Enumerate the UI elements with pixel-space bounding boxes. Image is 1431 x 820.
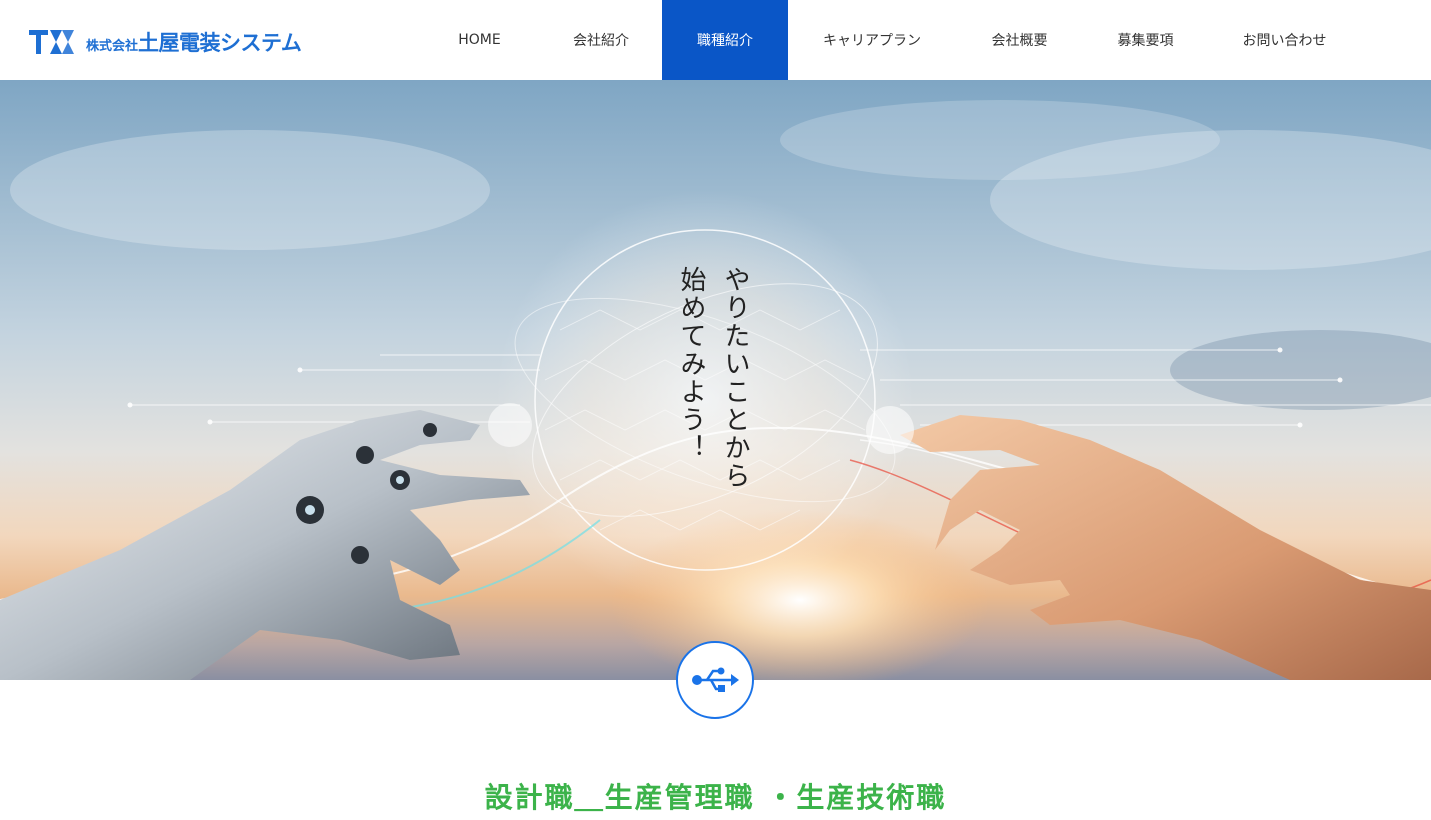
usb-icon: [692, 667, 739, 692]
hero-line-1: やりたいことから: [720, 266, 750, 490]
robot-hand-shape: [0, 410, 530, 680]
logo-link[interactable]: 株式会社 土屋電装システム: [28, 24, 302, 58]
logo-mark-icon: [29, 30, 74, 54]
logo-company-name: 土屋電装システム: [138, 31, 302, 55]
nav-item-recruitment[interactable]: 募集要項: [1083, 0, 1208, 80]
nav-item-home[interactable]: HOME: [419, 0, 540, 80]
main-nav: HOME 会社紹介 職種紹介 キャリアプラン 会社概要 募集要項 お問い合わせ: [419, 0, 1361, 80]
logo-prefix: 株式会社: [86, 38, 139, 54]
site-header: 株式会社 土屋電装システム HOME 会社紹介 職種紹介 キャリアプラン 会社概…: [0, 0, 1431, 80]
nav-item-job-types[interactable]: 職種紹介: [662, 0, 788, 80]
nav-item-contact[interactable]: お問い合わせ: [1208, 0, 1361, 80]
nav-item-company-overview[interactable]: 会社概要: [956, 0, 1083, 80]
hero-banner: やりたいことから 始めてみよう！: [0, 80, 1431, 680]
hero-line-2: 始めてみよう！: [676, 266, 706, 462]
human-hand-shape: [900, 415, 1431, 680]
nav-item-career-plan[interactable]: キャリアプラン: [788, 0, 956, 80]
hero-catchphrase: やりたいことから 始めてみよう！: [672, 266, 754, 506]
nav-item-company-intro[interactable]: 会社紹介: [540, 0, 662, 80]
usb-badge: [676, 641, 754, 719]
section-title: 設計職＿生産管理職 ・生産技術職: [484, 781, 947, 814]
